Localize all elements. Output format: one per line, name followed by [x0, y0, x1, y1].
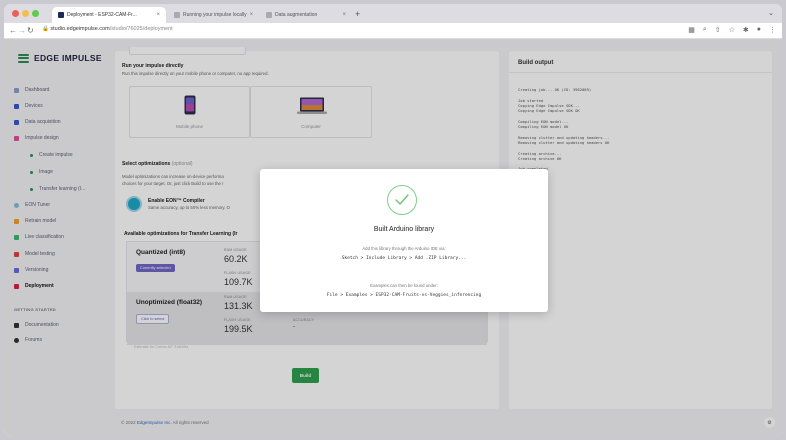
new-tab-button[interactable]: +	[355, 9, 360, 19]
tab-strip: Deployment - ESP32-CAM-Fr... × Running y…	[4, 4, 782, 23]
minimize-window-button[interactable]	[22, 10, 29, 17]
tab-list-chevron-icon[interactable]: ⌄	[768, 9, 774, 17]
built-library-modal: Built Arduino library Add this library t…	[260, 169, 548, 312]
docs-favicon-icon	[266, 12, 272, 18]
tab-label: Data augmentation	[275, 12, 318, 18]
browser-window: Deployment - ESP32-CAM-Fr... × Running y…	[4, 4, 782, 436]
tab-label: Deployment - ESP32-CAM-Fr...	[67, 12, 137, 18]
translate-icon[interactable]: ▦	[688, 26, 695, 34]
modal-instruction-2: Examples can then be found under:	[370, 283, 438, 288]
reload-icon[interactable]: ↻	[27, 26, 34, 35]
maximize-window-button[interactable]	[32, 10, 39, 17]
address-bar: ← → ↻ 🔒 studio.edgeimpulse.com/studio/76…	[4, 23, 782, 39]
modal-code-2: File > Examples > ESP32-CAM-Fruits-vs-Ve…	[326, 293, 482, 298]
share-icon[interactable]: ⇧	[715, 26, 721, 34]
modal-title: Built Arduino library	[373, 226, 435, 233]
url-field[interactable]: 🔒 studio.edgeimpulse.com/studio/76025/de…	[42, 26, 173, 32]
docs-favicon-icon	[174, 12, 180, 18]
profile-avatar-icon[interactable]: ●	[757, 26, 761, 34]
modal-code-1: Sketch > Include Library > Add .ZIP Libr…	[341, 256, 467, 261]
browser-toolbar: ▦ ⌕ ⇧ ☆ ✱ ● ⋮	[688, 26, 776, 34]
tab-running-locally[interactable]: Running your impulse locally ×	[168, 7, 258, 23]
tab-label: Running your impulse locally	[183, 12, 247, 18]
modal-instruction-1: Add this library through the Arduino IDE…	[362, 246, 446, 251]
close-tab-icon[interactable]: ×	[342, 12, 346, 18]
url-host: studio.edgeimpulse.com	[50, 26, 110, 32]
forward-arrow-icon[interactable]: →	[18, 26, 26, 35]
back-arrow-icon[interactable]: ←	[9, 26, 17, 35]
edge-impulse-favicon-icon	[58, 12, 64, 18]
menu-icon[interactable]: ⋮	[769, 26, 776, 34]
close-tab-icon[interactable]: ×	[156, 12, 160, 18]
tab-data-augmentation[interactable]: Data augmentation ×	[260, 7, 352, 23]
tab-deployment[interactable]: Deployment - ESP32-CAM-Fr... ×	[52, 7, 166, 23]
close-window-button[interactable]	[12, 10, 19, 17]
extensions-icon[interactable]: ✱	[743, 26, 749, 34]
bookmark-star-icon[interactable]: ☆	[729, 26, 735, 34]
url-path: /studio/76025/deployment	[109, 26, 173, 32]
close-tab-icon[interactable]: ×	[250, 12, 254, 18]
success-check-icon	[387, 185, 417, 215]
zoom-icon[interactable]: ⌕	[703, 26, 707, 34]
